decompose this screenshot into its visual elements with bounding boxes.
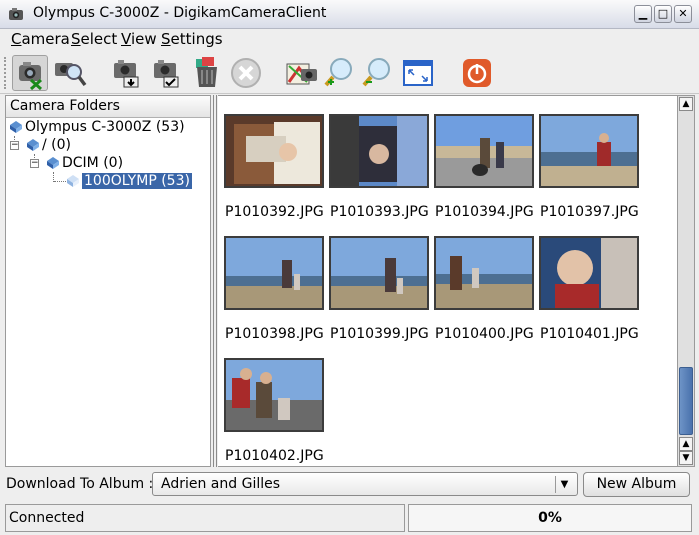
close-button[interactable]: ✕: [674, 5, 692, 23]
tree-collapse-root[interactable]: −: [10, 141, 19, 150]
download-label: Download To Album :: [6, 476, 154, 492]
quit-icon: [463, 59, 491, 87]
download-icon: [114, 60, 139, 88]
album-select[interactable]: Adrien and Gilles ▼: [152, 472, 578, 496]
camera-disconnect-icon: [19, 62, 43, 91]
delete-button[interactable]: [190, 55, 226, 91]
thumbnail-image[interactable]: [224, 114, 324, 188]
progress-bar: 0%: [408, 504, 692, 532]
camera-folders-header[interactable]: Camera Folders: [6, 96, 210, 118]
menu-camera[interactable]: Camera: [11, 30, 70, 48]
zoom-out-button[interactable]: [360, 55, 396, 91]
scroll-up-button[interactable]: ▲: [679, 97, 693, 111]
thumbnail-view: P1010392.JPG P1010393.JPG P1010394.JPG P…: [218, 95, 677, 467]
thumbnail-item[interactable]: P1010399.JPG: [325, 218, 429, 342]
thumbnail-image[interactable]: [329, 236, 429, 310]
thumbnail-image[interactable]: [434, 114, 534, 188]
thumbnail-scrollbar[interactable]: ▲ ▲ ▼: [677, 95, 695, 467]
quit-button[interactable]: [459, 55, 495, 91]
menu-bar: Camera Select View Settings: [0, 29, 699, 51]
tree-item-camera[interactable]: Olympus C-3000Z (53): [9, 119, 185, 137]
window-title: Olympus C-3000Z - DigikamCameraClient: [33, 5, 327, 21]
toolbar-grip[interactable]: [4, 57, 8, 89]
tree-collapse-dcim[interactable]: −: [30, 159, 39, 168]
thumbnail-item[interactable]: P1010401.JPG: [535, 218, 639, 342]
camera-info-button[interactable]: [52, 55, 88, 91]
thumbnail-image[interactable]: [539, 114, 639, 188]
progress-label: 0%: [538, 510, 562, 526]
cancel-icon: [231, 58, 261, 88]
fullscreen-icon: [403, 60, 433, 86]
camera-disconnect-button[interactable]: [12, 55, 48, 91]
camera-photo-button[interactable]: [284, 55, 320, 91]
menu-settings[interactable]: Settings: [161, 30, 223, 48]
thumbnail-image[interactable]: [329, 114, 429, 188]
minimize-button[interactable]: ▁: [634, 5, 652, 23]
thumbnail-item[interactable]: P1010394.JPG: [430, 96, 534, 220]
album-select-value: Adrien and Gilles: [161, 476, 281, 492]
tree-item-100olymp[interactable]: 100OLYMP (53): [66, 173, 192, 191]
title-bar: Olympus C-3000Z - DigikamCameraClient ▁ …: [0, 0, 699, 29]
thumbnail-image[interactable]: [434, 236, 534, 310]
delete-icon: [196, 57, 217, 87]
camera-app-icon: [8, 6, 24, 26]
camera-photo-icon: [286, 63, 317, 85]
download-bar: Download To Album : Adrien and Gilles ▼ …: [0, 470, 699, 500]
thumbnail-image[interactable]: [224, 358, 324, 432]
thumbnail-item[interactable]: P1010392.JPG: [220, 96, 324, 220]
camera-folder-icon: [9, 120, 23, 138]
cancel-button[interactable]: [228, 55, 264, 91]
fullscreen-button[interactable]: [400, 55, 436, 91]
download-selected-icon: [154, 60, 179, 88]
scrollbar-thumb[interactable]: [679, 367, 693, 435]
thumbnail-filename: P1010400.JPG: [435, 326, 534, 342]
maximize-button[interactable]: □: [654, 5, 672, 23]
connection-status: Connected: [5, 504, 405, 532]
folder-icon: [46, 156, 60, 174]
thumbnail-filename: P1010402.JPG: [225, 448, 324, 464]
thumbnail-item[interactable]: P1010398.JPG: [220, 218, 324, 342]
zoom-in-button[interactable]: [322, 55, 358, 91]
toolbar: [0, 51, 699, 94]
folder-icon: [66, 174, 80, 192]
scroll-down-button[interactable]: ▼: [679, 451, 693, 465]
thumbnail-item[interactable]: P1010393.JPG: [325, 96, 429, 220]
thumbnail-item[interactable]: P1010400.JPG: [430, 218, 534, 342]
menu-select[interactable]: Select: [71, 30, 117, 48]
folder-icon: [26, 138, 40, 156]
tree-item-root[interactable]: / (0): [26, 137, 71, 155]
status-bar: Connected 0%: [0, 503, 699, 535]
download-selected-button[interactable]: [150, 55, 186, 91]
scroll-up-button-bottom[interactable]: ▲: [679, 437, 693, 451]
chevron-down-icon[interactable]: ▼: [555, 476, 573, 493]
camera-folders-panel: Camera Folders Olympus C-3000Z (53) − / …: [5, 95, 211, 467]
thumbnail-filename: P1010401.JPG: [540, 326, 639, 342]
zoom-in-icon: [324, 58, 352, 87]
tree-item-dcim[interactable]: DCIM (0): [46, 155, 123, 173]
thumbnail-item[interactable]: P1010397.JPG: [535, 96, 639, 220]
thumbnail-item[interactable]: P1010402.JPG: [220, 340, 324, 464]
thumbnail-filename: P1010399.JPG: [330, 326, 429, 342]
zoom-out-icon: [362, 58, 390, 87]
menu-view[interactable]: View: [121, 30, 157, 48]
download-button[interactable]: [110, 55, 146, 91]
new-album-button[interactable]: New Album: [583, 472, 690, 497]
thumbnail-image[interactable]: [224, 236, 324, 310]
camera-info-icon: [55, 63, 87, 87]
thumbnail-image[interactable]: [539, 236, 639, 310]
